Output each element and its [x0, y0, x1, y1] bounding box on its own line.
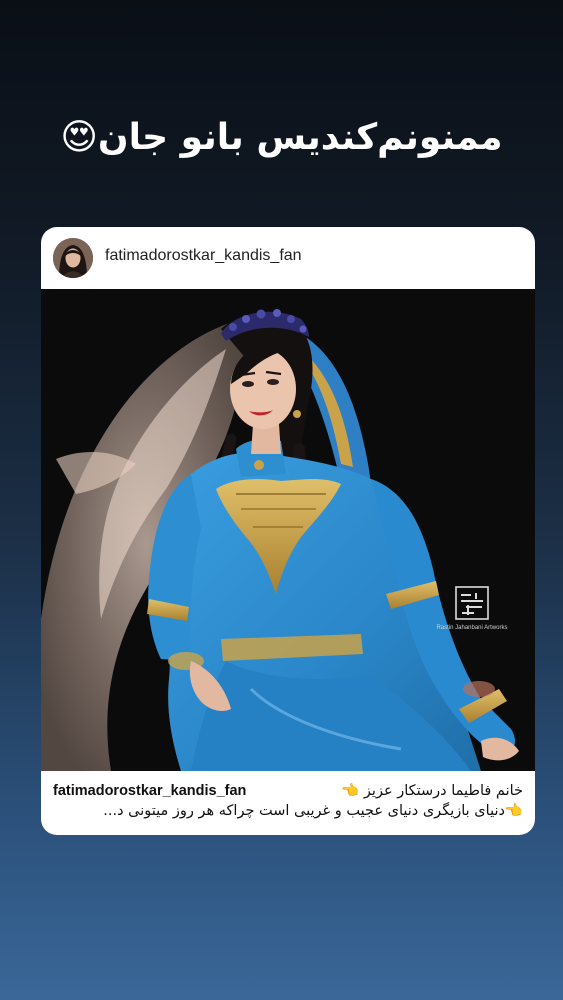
watermark-logo-icon	[455, 586, 489, 620]
caption-username[interactable]: fatimadorostkar_kandis_fan	[53, 781, 246, 801]
story-text: ممنونم‌کندیس بانو جان😍	[60, 117, 503, 158]
dancer-illustration	[41, 289, 535, 771]
caption-text-line2: 👈دنیای بازیگری دنیای عجیب و غریبی است چر…	[103, 803, 523, 819]
caption-text-line1: خانم فاطیما درستکار عزیز 👈	[341, 783, 523, 799]
watermark-text: Rastin Jahanbani Artworks	[436, 625, 508, 631]
post-username[interactable]: fatimadorostkar_kandis_fan	[105, 247, 302, 265]
profile-photo-icon	[53, 238, 93, 278]
post-photo: Rastin Jahanbani Artworks	[41, 289, 535, 771]
post-header[interactable]: fatimadorostkar_kandis_fan	[41, 227, 535, 289]
shared-post-card[interactable]: fatimadorostkar_kandis_fan Rastin Jahanb…	[41, 227, 535, 835]
post-caption[interactable]: fatimadorostkar_kandis_fan خانم فاطیما د…	[41, 771, 535, 835]
avatar[interactable]	[53, 238, 93, 278]
watermark: Rastin Jahanbani Artworks	[427, 585, 517, 631]
